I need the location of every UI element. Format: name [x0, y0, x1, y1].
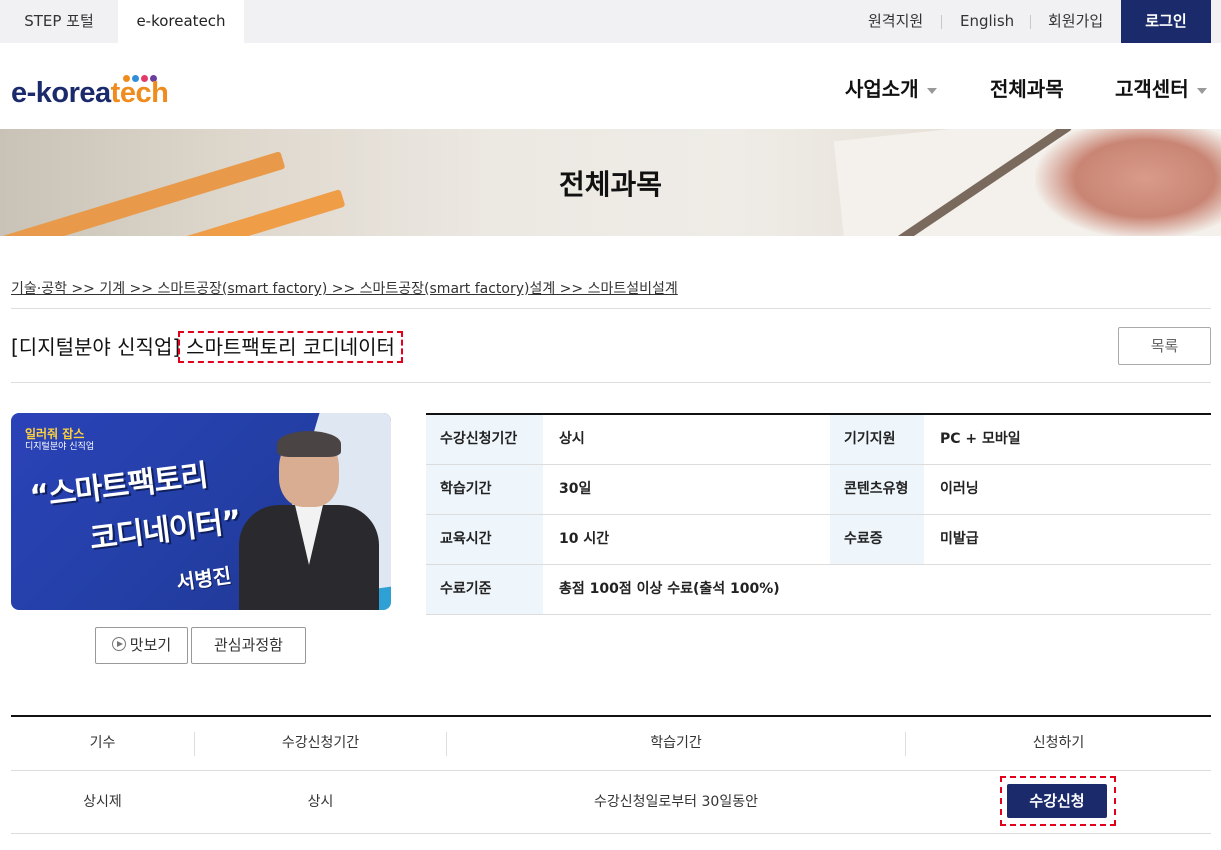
column-header: 기수	[89, 735, 116, 751]
page-banner: 전체과목	[0, 129, 1221, 236]
nav-label: 고객센터	[1115, 77, 1189, 101]
top-utility-bar: STEP 포털 e-koreatech 원격지원 English 회원가입 로그…	[0, 0, 1221, 43]
logo-text-part1: e-korea	[11, 77, 111, 109]
course-thumbnail: 일러줘 잡스 디지털분야 신직업 “스마트팩토리 코디네이터” 서병진	[11, 413, 391, 610]
nav-label: 사업소개	[845, 77, 919, 101]
column-header: 신청하기	[1032, 735, 1085, 751]
logo-text-part2: tech	[110, 77, 169, 109]
info-value: 10 시간	[559, 531, 610, 547]
thumbnail-badge-sub: 디지털분야 신직업	[25, 442, 95, 452]
enroll-button[interactable]: 수강신청	[1007, 784, 1107, 818]
info-label: 콘텐츠유형	[830, 465, 924, 514]
info-label: 교육시간	[426, 515, 543, 564]
chevron-down-icon	[926, 87, 937, 94]
signup-link[interactable]: 회원가입	[1048, 0, 1103, 43]
table-row: 학습기간 30일 콘텐츠유형 이러닝	[426, 465, 1211, 515]
term-cell: 상시제	[83, 794, 122, 810]
table-row: 교육시간 10 시간 수료증 미발급	[426, 515, 1211, 565]
apply-button-highlight: 수강신청	[1000, 776, 1116, 826]
list-button[interactable]: 목록	[1118, 327, 1211, 365]
info-value: 총점 100점 이상 수료(출석 100%)	[559, 581, 780, 597]
info-label: 학습기간	[426, 465, 543, 514]
nav-label: 전체과목	[990, 77, 1064, 101]
info-label: 수료증	[830, 515, 924, 564]
preview-button[interactable]: 맛보기	[95, 627, 188, 664]
divider	[1030, 15, 1031, 29]
table-row: 수료기준 총점 100점 이상 수료(출석 100%)	[426, 565, 1211, 615]
site-header: e-koreatech 사업소개 전체과목 고객센터	[0, 43, 1221, 129]
preview-label: 맛보기	[129, 636, 172, 654]
nav-business-intro[interactable]: 사업소개	[845, 73, 937, 102]
info-label: 수료기준	[426, 565, 543, 614]
divider	[941, 15, 942, 29]
english-link[interactable]: English	[960, 0, 1014, 43]
add-favorite-button[interactable]: 관심과정함	[191, 627, 306, 664]
info-label: 기기지원	[830, 415, 924, 464]
tab-e-koreatech[interactable]: e-koreatech	[118, 0, 244, 43]
course-title: [디지털분야 신직업] 스마트팩토리 코디네이터	[11, 331, 403, 363]
tab-step-portal[interactable]: STEP 포털	[0, 0, 118, 43]
course-info-table: 수강신청기간 상시 기기지원 PC + 모바일 학습기간 30일 콘텐츠유형 이…	[426, 413, 1211, 615]
play-icon	[111, 636, 126, 651]
nav-customer-center[interactable]: 고객센터	[1115, 73, 1207, 102]
breadcrumb[interactable]: 기술·공학 >> 기계 >> 스마트공장(smart factory) >> 스…	[11, 278, 678, 298]
course-category: [디지털분야 신직업]	[11, 335, 181, 359]
info-value: PC + 모바일	[940, 431, 1021, 447]
remote-support-link[interactable]: 원격지원	[868, 0, 923, 43]
table-header-row: 기수 수강신청기간 학습기간 신청하기	[11, 717, 1211, 771]
instructor-photo	[277, 431, 341, 457]
chevron-down-icon	[1196, 87, 1207, 94]
info-value: 이러닝	[940, 481, 979, 497]
divider	[11, 382, 1211, 383]
enrollment-table: 기수 수강신청기간 학습기간 신청하기 상시제 상시 수강신청일로부터 30일동…	[11, 715, 1211, 834]
course-name: 스마트팩토리 코디네이터	[178, 331, 403, 363]
thumbnail-instructor-name: 서병진	[174, 563, 233, 595]
column-header: 수강신청기간	[281, 735, 360, 751]
info-value: 상시	[559, 431, 585, 447]
nav-all-courses[interactable]: 전체과목	[990, 73, 1064, 102]
site-logo[interactable]: e-koreatech	[11, 77, 169, 110]
apply-period-cell: 상시	[307, 794, 334, 810]
table-row: 수강신청기간 상시 기기지원 PC + 모바일	[426, 415, 1211, 465]
column-header: 학습기간	[650, 735, 702, 751]
study-period-cell: 수강신청일로부터 30일동안	[594, 794, 758, 810]
login-button[interactable]: 로그인	[1121, 0, 1211, 43]
info-value: 미발급	[940, 531, 979, 547]
divider	[11, 308, 1211, 309]
info-value: 30일	[559, 481, 592, 497]
banner-title: 전체과목	[558, 168, 663, 201]
info-label: 수강신청기간	[426, 415, 543, 464]
